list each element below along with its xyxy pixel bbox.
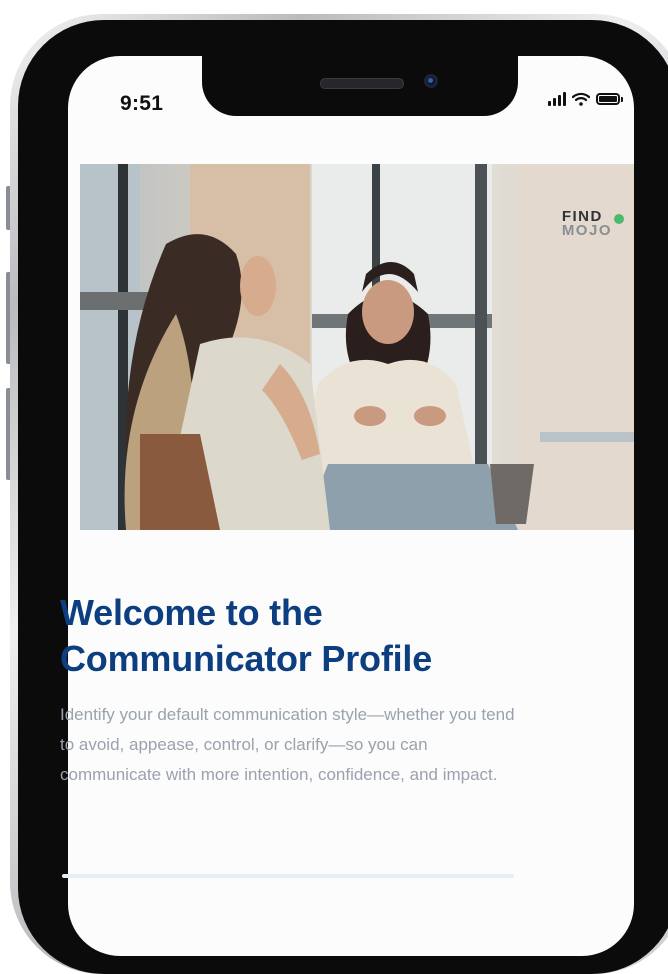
start-button-edge[interactable]: [62, 874, 514, 878]
speaker-icon: [320, 78, 404, 89]
hero-photo-illustration: [80, 164, 634, 530]
phone-bezel: 9:51 FIND MOJO: [18, 20, 668, 974]
hero-image: FIND MOJO: [80, 164, 634, 530]
logo-text-bottom: MOJO: [561, 222, 612, 239]
battery-icon: [596, 93, 623, 105]
findmojo-logo: FIND MOJO: [561, 209, 624, 239]
phone-screen: 9:51 FIND MOJO: [68, 56, 634, 956]
page-title: Welcome to the Communicator Profile: [60, 592, 433, 679]
welcome-section: Welcome to the Communicator Profile Iden…: [60, 590, 530, 790]
camera-icon: [424, 74, 438, 88]
phone-frame: 9:51 FIND MOJO: [10, 14, 668, 974]
signal-icon: [548, 92, 566, 106]
status-time: 9:51: [120, 92, 164, 115]
wifi-icon: [572, 92, 590, 106]
status-icons: [548, 92, 623, 106]
notch: [202, 56, 518, 116]
logo-mark-icon: [614, 214, 624, 224]
page-description: Identify your default communication styl…: [60, 705, 515, 784]
